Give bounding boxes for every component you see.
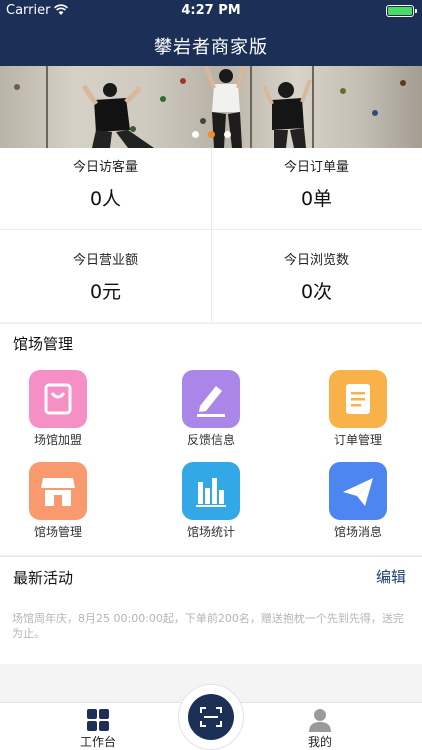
section-title: 最新活动 [13, 569, 74, 587]
scan-icon [200, 707, 222, 727]
tile-label: 订单管理 [333, 433, 382, 447]
tile-venue-join[interactable]: 场馆加盟 [0, 370, 118, 456]
carousel-indicator [0, 131, 422, 141]
stat-value: 0单 [300, 188, 333, 210]
grid-icon [87, 709, 109, 731]
tile-venue-messages[interactable]: 馆场消息 [298, 462, 418, 548]
header: Carrier 4:27 PM 攀岩者商家版 [0, 0, 422, 66]
page-title: 攀岩者商家版 [154, 37, 268, 58]
tile-label: 馆场统计 [186, 525, 235, 539]
battery-icon [386, 5, 417, 17]
bar-chart-icon [182, 462, 240, 520]
stat-label: 今日访客量 [72, 160, 138, 175]
stat-label: 今日营业额 [72, 253, 138, 268]
stat-views: 今日浏览数 0次 [211, 241, 422, 328]
tile-order-management[interactable]: 订单管理 [298, 370, 418, 456]
tile-label: 馆场消息 [333, 525, 382, 539]
stat-label: 今日订单量 [283, 160, 349, 175]
tab-label: 我的 [307, 735, 332, 749]
status-bar: Carrier 4:27 PM [0, 0, 422, 22]
tile-label: 馆场管理 [33, 525, 82, 539]
tab-mine[interactable]: 我的 [270, 703, 370, 750]
scan-button[interactable] [188, 694, 234, 740]
tile-feedback[interactable]: 反馈信息 [151, 370, 271, 456]
activity-text: 场馆周年庆，8月25 00:00:00起，下单前200名，赠送抱枕一个先到先得，… [12, 612, 404, 640]
document-icon [329, 370, 387, 428]
tile-venue-management[interactable]: 馆场管理 [0, 462, 118, 548]
tab-workbench[interactable]: 工作台 [48, 703, 148, 750]
tab-label: 工作台 [79, 735, 116, 749]
section-title: 馆场管理 [13, 335, 74, 353]
carousel-dot[interactable] [191, 131, 199, 138]
carousel-dot[interactable] [223, 131, 231, 138]
stat-value: 0元 [89, 281, 122, 303]
carousel-dot[interactable] [207, 131, 215, 138]
storefront-icon [29, 462, 87, 520]
venue-management-section: 馆场管理 场馆加盟 反馈信息 订单管理 馆场管理 馆场统计 馆场消息 [0, 323, 422, 555]
shopping-bag-icon [29, 370, 87, 428]
user-icon [309, 709, 331, 732]
stat-value: 0人 [89, 188, 122, 210]
edit-pen-icon [182, 370, 240, 428]
clock: 4:27 PM [181, 3, 241, 18]
stat-value: 0次 [300, 281, 333, 303]
stat-orders: 今日订单量 0单 [211, 148, 422, 235]
latest-activity-section: 最新活动 编辑 场馆周年庆，8月25 00:00:00起，下单前200名，赠送抱… [0, 556, 422, 664]
tile-label: 反馈信息 [186, 433, 235, 447]
paper-plane-icon [329, 462, 387, 520]
tile-label: 场馆加盟 [33, 433, 82, 447]
stats-panel: 今日访客量 0人 今日订单量 0单 今日营业额 0元 今日浏览数 0次 [0, 148, 422, 322]
stat-label: 今日浏览数 [283, 253, 349, 268]
stat-visitors: 今日访客量 0人 [0, 148, 211, 235]
stat-revenue: 今日营业额 0元 [0, 241, 211, 328]
screen: Carrier 4:27 PM 攀岩者商家版 今日访客量 0人 今日订单量 0单… [0, 0, 422, 750]
tile-venue-statistics[interactable]: 馆场统计 [151, 462, 271, 548]
edit-button[interactable]: 编辑 [376, 566, 406, 587]
